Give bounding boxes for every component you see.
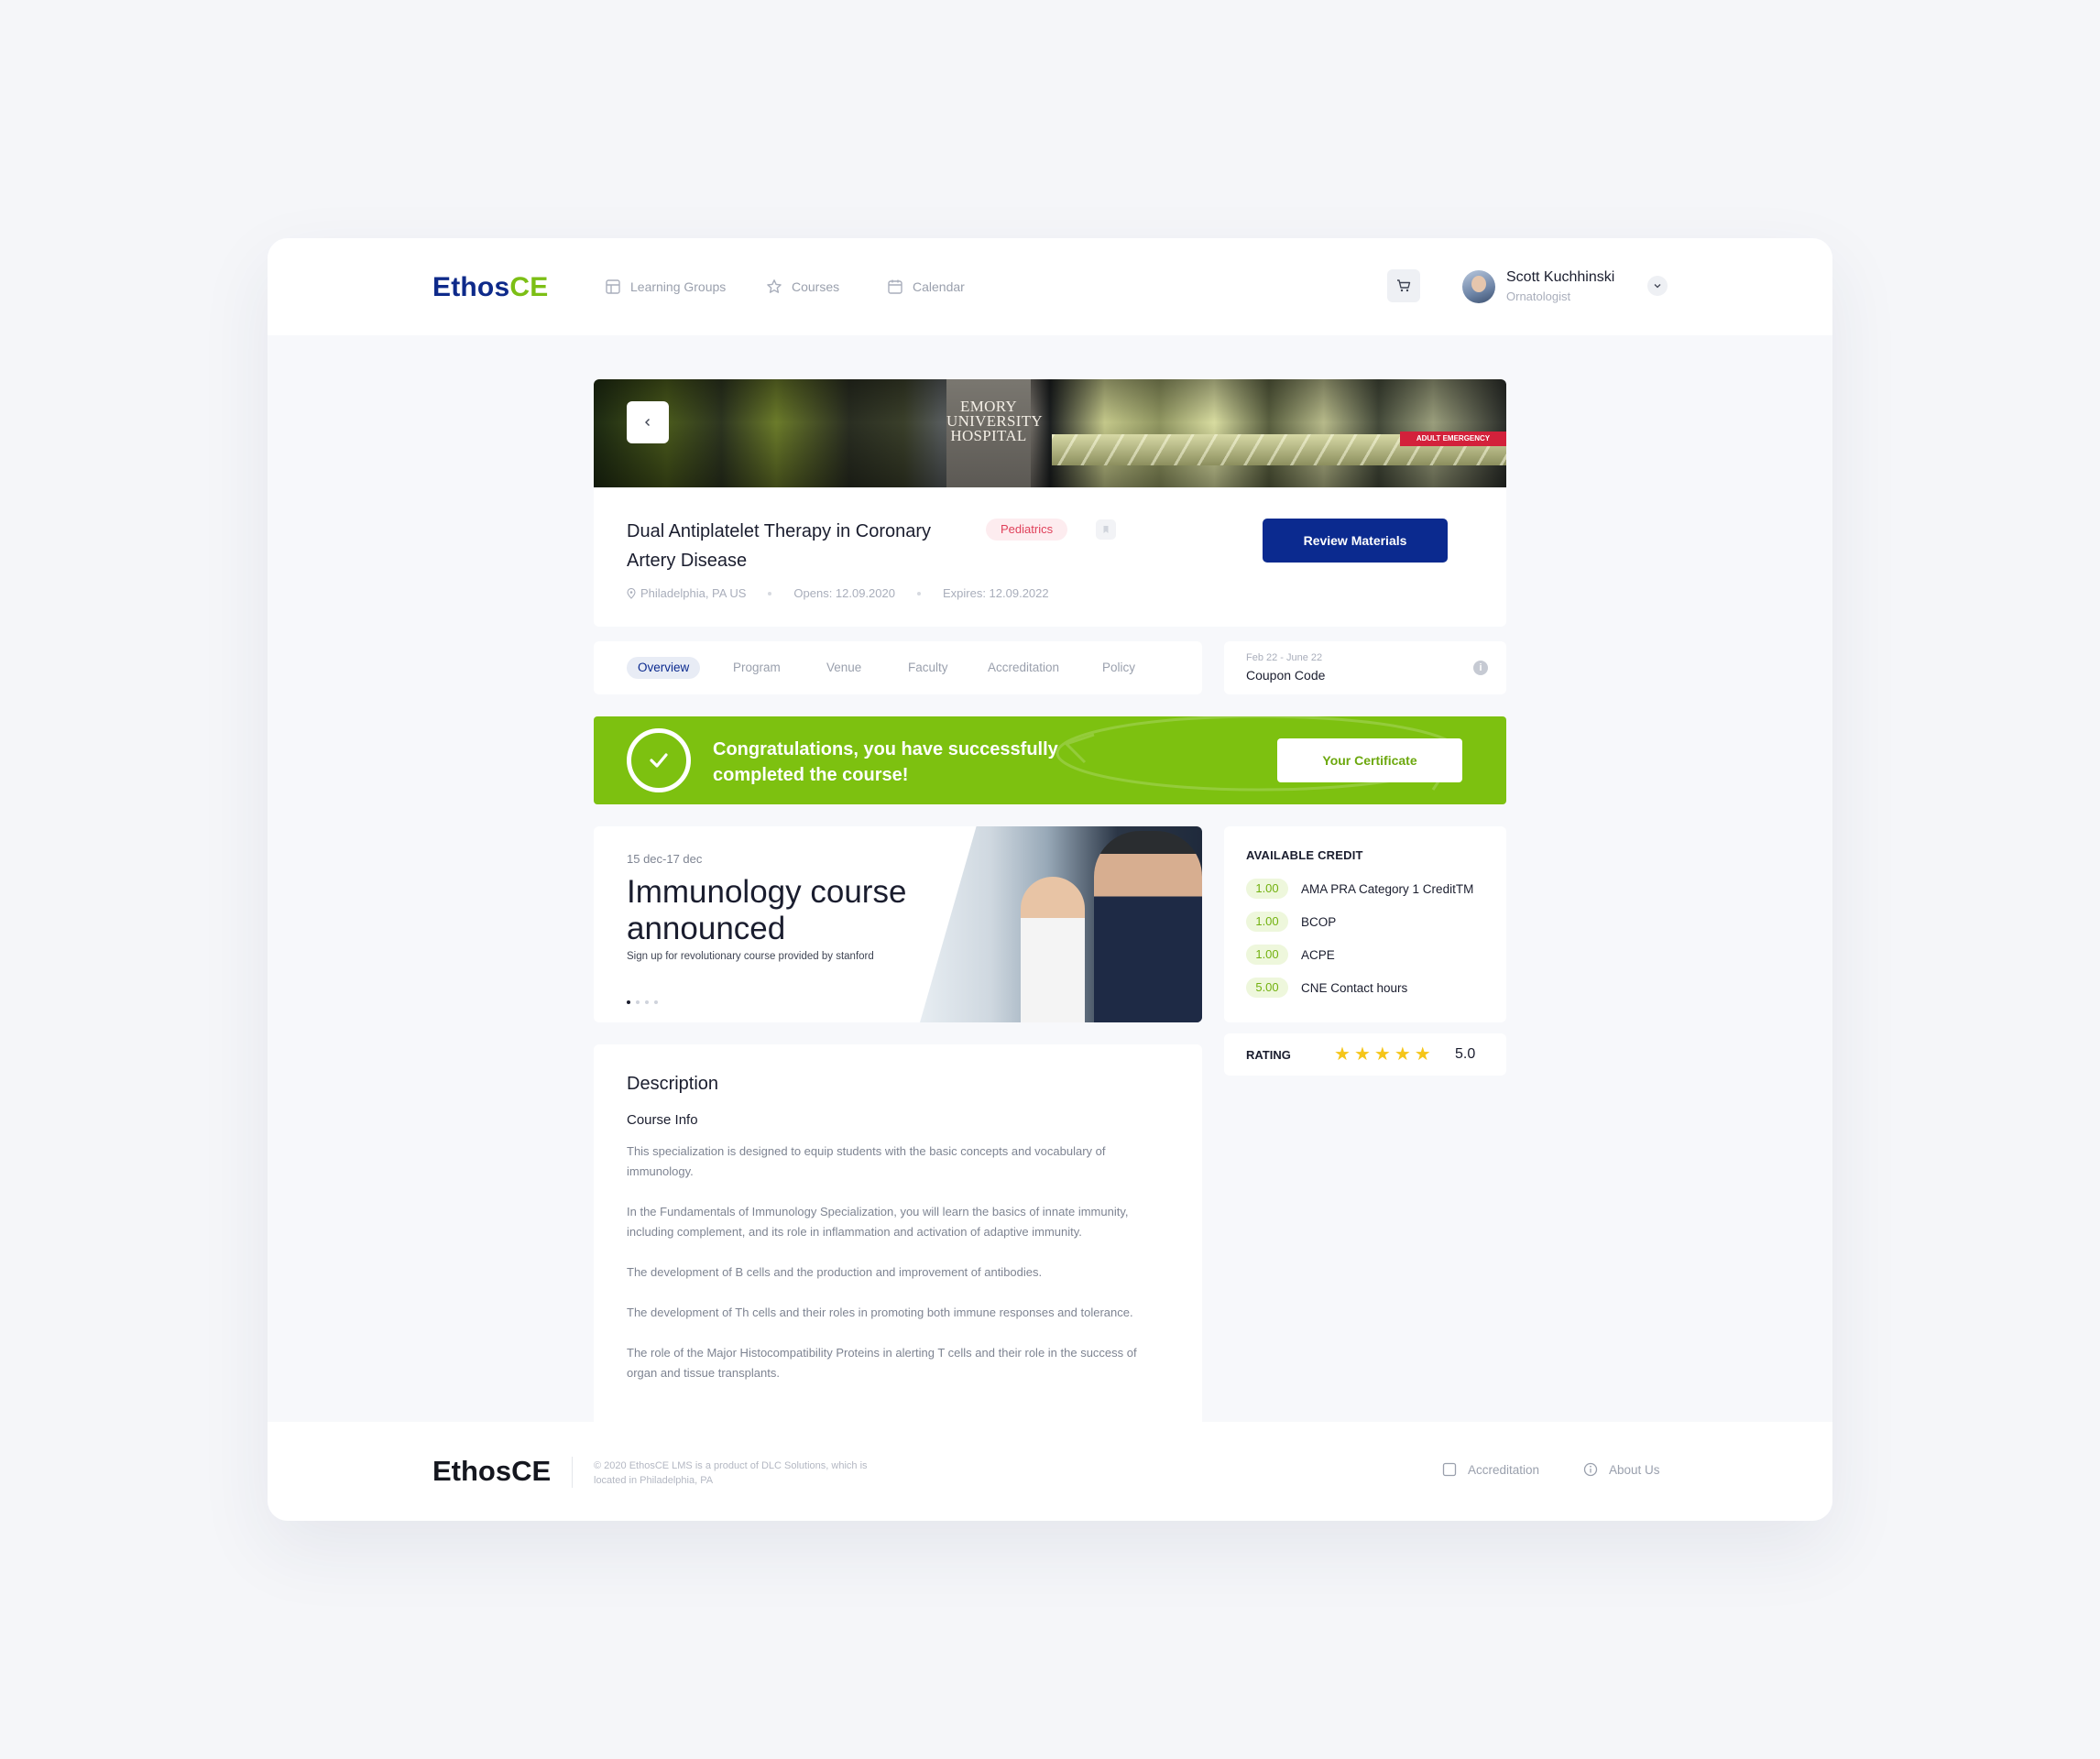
credit-row: 1.00 ACPE (1246, 944, 1335, 966)
tab-venue[interactable]: Venue (826, 657, 861, 679)
rating-panel: RATING ★ ★ ★ ★ ★ 5.0 (1224, 1033, 1506, 1076)
calendar-icon (888, 279, 902, 294)
course-info-heading: Course Info (627, 1112, 698, 1128)
available-credit-panel: AVAILABLE CREDIT 1.00 AMA PRA Category 1… (1224, 826, 1506, 1022)
footer-logo[interactable]: EthosCE (432, 1455, 551, 1488)
user-name: Scott Kuchhinski (1506, 269, 1615, 285)
course-meta: Philadelphia, PA US Opens: 12.09.2020 Ex… (627, 586, 1049, 600)
course-tabs: Overview Program Venue Faculty Accredita… (594, 641, 1202, 694)
checkbox-icon (1442, 1462, 1457, 1477)
bookmark-button[interactable] (1096, 519, 1116, 540)
description-paragraph: The role of the Major Histocompatibility… (627, 1346, 1137, 1380)
rating-stars: ★ ★ ★ ★ ★ (1334, 1045, 1431, 1064)
completion-message: Congratulations, you have successfully c… (713, 739, 1058, 785)
footer: EthosCE © 2020 EthosCE LMS is a product … (268, 1422, 1832, 1521)
category-tag[interactable]: Pediatrics (986, 519, 1068, 541)
tab-overview[interactable]: Overview (627, 657, 701, 679)
cart-button[interactable] (1387, 269, 1420, 302)
star-icon: ★ (1334, 1044, 1351, 1065)
promo-subtitle: Sign up for revolutionary course provide… (627, 951, 874, 962)
logo[interactable]: EthosCE (432, 272, 548, 303)
nav-courses[interactable]: Courses (766, 238, 839, 335)
avatar[interactable] (1462, 270, 1495, 303)
star-icon (767, 279, 782, 293)
description-paragraph: The development of Th cells and their ro… (627, 1306, 1133, 1319)
tab-program[interactable]: Program (733, 657, 781, 679)
promo-date: 15 dec-17 dec (627, 852, 703, 866)
top-navbar: EthosCE Learning Groups Courses Calendar… (268, 238, 1832, 335)
rating-label: RATING (1246, 1048, 1291, 1062)
hospital-sign: EMORY UNIVERSITY HOSPITAL (946, 398, 1043, 444)
description-heading: Description (627, 1074, 719, 1094)
description-body: This specialization is designed to equip… (627, 1142, 1158, 1404)
info-icon (1583, 1462, 1598, 1477)
credit-heading: AVAILABLE CREDIT (1246, 848, 1363, 862)
carousel-dots (627, 1000, 658, 1004)
credit-row: 5.00 CNE Contact hours (1246, 977, 1407, 999)
check-circle-icon (627, 728, 691, 792)
description-paragraph: The development of B cells and the produ… (627, 1265, 1043, 1279)
copyright: © 2020 EthosCE LMS is a product of DLC S… (594, 1460, 868, 1486)
footer-link-about[interactable]: About Us (1583, 1462, 1660, 1477)
description-section: Description Course Info This specializat… (594, 1044, 1202, 1429)
promo-carousel: 15 dec-17 dec Immunology course announce… (594, 826, 1202, 1022)
app-window: EthosCE Learning Groups Courses Calendar… (268, 238, 1832, 1521)
nav-learning-groups[interactable]: Learning Groups (605, 238, 726, 335)
certificate-button[interactable]: Your Certificate (1277, 738, 1462, 782)
rating-value: 5.0 (1455, 1046, 1476, 1062)
chevron-down-icon (1654, 284, 1661, 289)
carousel-dot[interactable] (645, 1000, 649, 1004)
coupon-label: Coupon Code (1246, 668, 1326, 683)
completion-banner: Congratulations, you have successfully c… (594, 716, 1506, 804)
course-title: Dual Antiplatelet Therapy in Coronary Ar… (627, 521, 932, 571)
course-hero-image: EMORY UNIVERSITY HOSPITAL ADULT EMERGENC… (594, 379, 1506, 487)
carousel-dot[interactable] (636, 1000, 640, 1004)
course-opens: Opens: 12.09.2020 (793, 586, 895, 600)
cart-icon (1397, 279, 1411, 292)
nav-calendar[interactable]: Calendar (887, 238, 965, 335)
tab-faculty[interactable]: Faculty (908, 657, 948, 679)
promo-image (920, 826, 1202, 1022)
promo-title: Immunology course announced (627, 874, 907, 946)
star-icon: ★ (1353, 1044, 1371, 1065)
coupon-code-field[interactable]: Feb 22 - June 22 Coupon Code i (1224, 641, 1506, 694)
back-button[interactable] (627, 401, 669, 443)
layout-icon (606, 279, 620, 294)
star-icon: ★ (1414, 1044, 1431, 1065)
user-menu-toggle[interactable] (1647, 276, 1668, 296)
carousel-dot[interactable] (654, 1000, 658, 1004)
carousel-dot[interactable] (627, 1000, 630, 1004)
description-paragraph: In the Fundamentals of Immunology Specia… (627, 1205, 1129, 1239)
course-info-card: Dual Antiplatelet Therapy in Coronary Ar… (594, 487, 1506, 627)
tab-accreditation[interactable]: Accreditation (988, 657, 1059, 679)
star-icon: ★ (1373, 1044, 1391, 1065)
emergency-sign: ADULT EMERGENCY (1400, 432, 1506, 446)
user-role: Ornatologist (1506, 290, 1571, 303)
footer-link-accreditation[interactable]: Accreditation (1442, 1462, 1539, 1477)
description-paragraph: This specialization is designed to equip… (627, 1144, 1106, 1178)
course-location: Philadelphia, PA US (640, 586, 747, 600)
star-icon: ★ (1394, 1044, 1411, 1065)
location-pin-icon (627, 587, 636, 599)
credit-row: 1.00 AMA PRA Category 1 CreditTM (1246, 878, 1473, 900)
review-materials-button[interactable]: Review Materials (1263, 519, 1448, 563)
credit-row: 1.00 BCOP (1246, 911, 1336, 933)
course-expires: Expires: 12.09.2022 (942, 586, 1049, 600)
bookmark-icon (1103, 526, 1109, 533)
coupon-dates: Feb 22 - June 22 (1246, 652, 1323, 663)
info-icon[interactable]: i (1473, 661, 1488, 675)
tab-policy[interactable]: Policy (1102, 657, 1135, 679)
chevron-left-icon (645, 419, 650, 426)
